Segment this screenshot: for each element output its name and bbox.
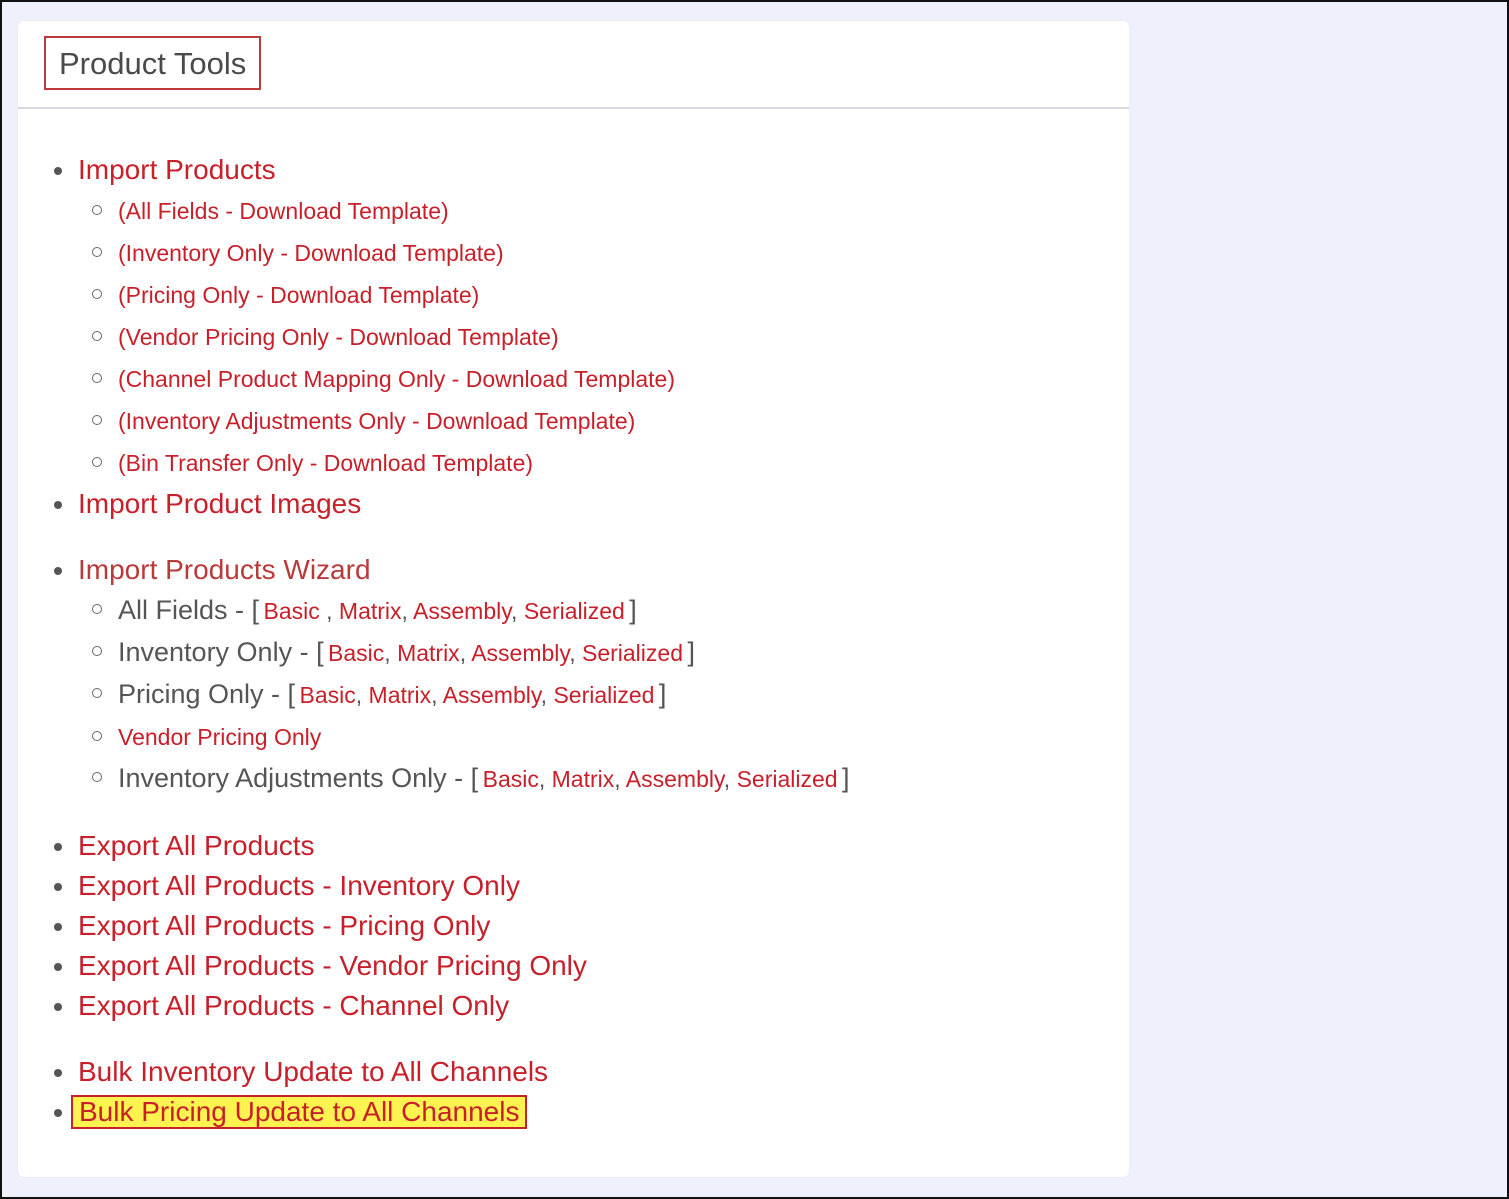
wizard-inventory-basic-link[interactable]: Basic <box>328 640 384 666</box>
wizard-adjustments-assembly-link[interactable]: Assembly <box>626 766 724 792</box>
bullet-disc-icon <box>54 963 62 971</box>
wizard-inventory-only-label: Inventory Only - [ <box>118 637 324 667</box>
wizard-adjustments-basic-link[interactable]: Basic <box>483 766 539 792</box>
bullet-disc-icon <box>54 843 62 851</box>
bullet-circle-icon <box>92 731 102 741</box>
panel-header: Product Tools <box>18 21 1129 109</box>
bullet-circle-icon <box>92 373 102 383</box>
bullet-circle-icon <box>92 205 102 215</box>
bullet-circle-icon <box>92 247 102 257</box>
panel-title: Product Tools <box>44 36 262 90</box>
bullet-disc-icon <box>54 1109 62 1117</box>
bullet-circle-icon <box>92 646 102 656</box>
template-all-fields-link[interactable]: (All Fields - Download Template) <box>118 198 449 224</box>
wizard-inventory-serialized-link[interactable]: Serialized <box>582 640 683 666</box>
wizard-pricing-serialized-link[interactable]: Serialized <box>553 682 654 708</box>
bullet-circle-icon <box>92 457 102 467</box>
close-bracket: ] <box>842 763 850 793</box>
wizard-inventory-matrix-link[interactable]: Matrix <box>397 640 460 666</box>
wizard-inventory-assembly-link[interactable]: Assembly <box>471 640 569 666</box>
template-bin-transfer-link[interactable]: (Bin Transfer Only - Download Template) <box>118 450 533 476</box>
bullet-disc-icon <box>54 567 62 575</box>
wizard-vendor-pricing-link[interactable]: Vendor Pricing Only <box>118 724 321 750</box>
wizard-inventory-only-row: Inventory Only - [ Basic, Matrix, Assemb… <box>118 637 695 667</box>
import-products-wizard-link[interactable]: Import Products Wizard <box>78 554 371 585</box>
wizard-pricing-matrix-link[interactable]: Matrix <box>369 682 432 708</box>
close-bracket: ] <box>629 595 637 625</box>
template-inventory-adjustments-link[interactable]: (Inventory Adjustments Only - Download T… <box>118 408 635 434</box>
import-products-link[interactable]: Import Products <box>78 154 276 185</box>
import-product-images-link[interactable]: Import Product Images <box>78 488 361 519</box>
wizard-pricing-only-label: Pricing Only - [ <box>118 679 296 709</box>
wizard-all-fields-label: All Fields - [ <box>118 595 260 625</box>
wizard-all-fields-assembly-link[interactable]: Assembly <box>413 598 511 624</box>
wizard-all-fields-serialized-link[interactable]: Serialized <box>524 598 625 624</box>
export-all-products-link[interactable]: Export All Products <box>78 830 315 861</box>
wizard-adjustments-matrix-link[interactable]: Matrix <box>552 766 615 792</box>
bulk-pricing-update-link[interactable]: Bulk Pricing Update to All Channels <box>71 1095 528 1129</box>
close-bracket: ] <box>658 679 667 709</box>
bullet-disc-icon <box>54 883 62 891</box>
wizard-pricing-assembly-link[interactable]: Assembly <box>443 682 541 708</box>
wizard-pricing-basic-link[interactable]: Basic <box>300 682 356 708</box>
bullet-circle-icon <box>92 772 102 782</box>
bullet-circle-icon <box>92 331 102 341</box>
bullet-circle-icon <box>92 415 102 425</box>
export-pricing-only-link[interactable]: Export All Products - Pricing Only <box>78 910 490 941</box>
wizard-all-fields-basic-link[interactable]: Basic <box>263 598 319 624</box>
bulk-inventory-update-link[interactable]: Bulk Inventory Update to All Channels <box>78 1056 548 1087</box>
wizard-inventory-adjustments-row: Inventory Adjustments Only - [ Basic, Ma… <box>118 763 850 793</box>
bullet-disc-icon <box>54 501 62 509</box>
template-pricing-only-link[interactable]: (Pricing Only - Download Template) <box>118 282 479 308</box>
bullet-disc-icon <box>54 1069 62 1077</box>
wizard-inventory-adjustments-label: Inventory Adjustments Only - [ <box>118 763 479 793</box>
screen-frame: Product Tools Import Products (All Field… <box>0 0 1509 1199</box>
bullet-disc-icon <box>54 167 62 175</box>
wizard-pricing-only-row: Pricing Only - [ Basic, Matrix, Assembly… <box>118 679 667 709</box>
export-inventory-only-link[interactable]: Export All Products - Inventory Only <box>78 870 520 901</box>
close-bracket: ] <box>687 637 695 667</box>
export-channel-only-link[interactable]: Export All Products - Channel Only <box>78 990 509 1021</box>
bullet-circle-icon <box>92 604 102 614</box>
bullet-circle-icon <box>92 289 102 299</box>
bullet-disc-icon <box>54 1003 62 1011</box>
bullet-circle-icon <box>92 688 102 698</box>
wizard-adjustments-serialized-link[interactable]: Serialized <box>737 766 838 792</box>
template-vendor-pricing-link[interactable]: (Vendor Pricing Only - Download Template… <box>118 324 559 350</box>
wizard-all-fields-row: All Fields - [ Basic , Matrix, Assembly,… <box>118 595 637 625</box>
template-inventory-only-link[interactable]: (Inventory Only - Download Template) <box>118 240 504 266</box>
template-channel-mapping-link[interactable]: (Channel Product Mapping Only - Download… <box>118 366 675 392</box>
wizard-all-fields-matrix-link[interactable]: Matrix <box>339 598 402 624</box>
bullet-disc-icon <box>54 923 62 931</box>
export-vendor-pricing-only-link[interactable]: Export All Products - Vendor Pricing Onl… <box>78 950 587 981</box>
